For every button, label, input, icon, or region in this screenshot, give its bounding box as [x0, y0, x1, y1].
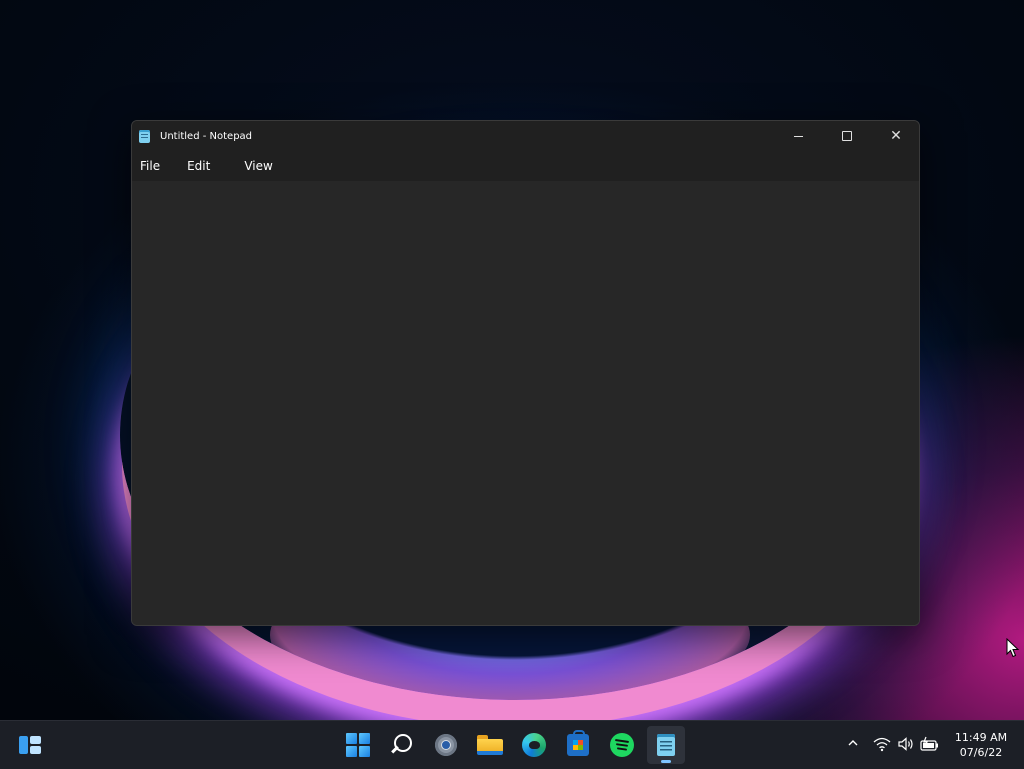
widgets-button[interactable] [11, 726, 49, 764]
folder-icon [477, 735, 503, 755]
maximize-button[interactable] [824, 121, 870, 151]
menu-bar: File Edit View [132, 151, 919, 181]
store-icon [567, 730, 589, 756]
close-button[interactable]: ✕ [873, 121, 919, 151]
battery-icon[interactable] [920, 735, 940, 753]
volume-icon[interactable] [897, 735, 915, 753]
chevron-up-icon [848, 740, 858, 746]
settings-button[interactable] [427, 726, 465, 764]
notepad-window[interactable]: Untitled - Notepad ✕ File Edit View [131, 120, 920, 626]
mouse-cursor-icon [1006, 637, 1020, 658]
taskbar: 11:49 AM 07/6/22 [0, 720, 1024, 769]
spotify-button[interactable] [603, 726, 641, 764]
notepad-app-icon [139, 129, 150, 143]
minimize-button[interactable] [775, 121, 821, 151]
window-title: Untitled - Notepad [160, 130, 253, 142]
microsoft-store-button[interactable] [559, 726, 597, 764]
start-button[interactable] [339, 726, 377, 764]
notepad-taskbar-button[interactable] [647, 726, 685, 764]
title-bar[interactable]: Untitled - Notepad ✕ [132, 121, 919, 151]
search-icon [391, 734, 413, 756]
text-editor-area[interactable] [132, 181, 919, 625]
maximize-icon [842, 131, 852, 141]
clock-time: 11:49 AM [954, 731, 1008, 744]
clock-date: 07/6/22 [959, 746, 1003, 759]
file-explorer-button[interactable] [471, 726, 509, 764]
search-button[interactable] [383, 726, 421, 764]
menu-edit[interactable]: Edit [180, 154, 217, 178]
menu-file[interactable]: File [133, 154, 167, 178]
edge-icon [522, 733, 546, 757]
gear-icon [435, 734, 457, 756]
spotify-icon [610, 733, 634, 757]
windows-start-icon [346, 733, 370, 757]
show-hidden-icons-button[interactable] [846, 737, 860, 751]
clock-button[interactable]: 11:49 AM 07/6/22 [950, 730, 1012, 760]
notepad-icon [657, 734, 675, 756]
minimize-icon [793, 135, 803, 137]
close-icon: ✕ [890, 128, 902, 144]
edge-button[interactable] [515, 726, 553, 764]
wifi-icon[interactable] [873, 735, 891, 753]
menu-view[interactable]: View [237, 154, 279, 178]
widgets-icon [19, 736, 41, 754]
